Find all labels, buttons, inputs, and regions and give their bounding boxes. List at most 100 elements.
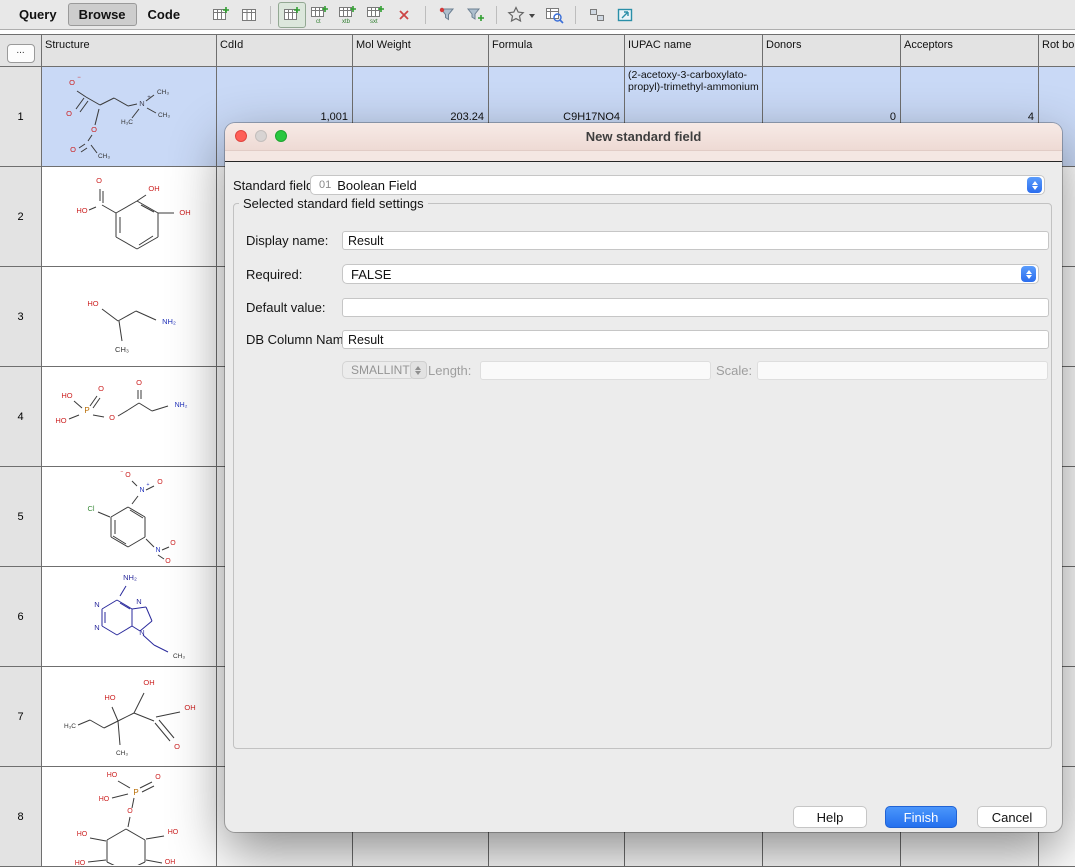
svg-text:O: O [136, 378, 142, 387]
remove-field-icon[interactable] [390, 2, 418, 28]
scale-input [757, 361, 1048, 380]
svg-text:O: O [155, 774, 161, 781]
molecule-drawing: HOHOPOOONH₂ [42, 367, 217, 467]
chevron-updown-icon [1027, 177, 1042, 193]
new-filter-icon[interactable] [461, 2, 489, 28]
db-column-name-input[interactable] [342, 330, 1049, 349]
svg-text:OH: OH [143, 678, 154, 687]
svg-text:HO: HO [76, 831, 87, 838]
column-header-iupac[interactable]: IUPAC name [625, 34, 763, 67]
svg-text:CH₃: CH₃ [115, 345, 129, 354]
dialog-body: Standard field type: 01 Boolean Field Se… [225, 161, 1062, 832]
zoom-button[interactable] [275, 130, 287, 142]
svg-text:O: O [96, 176, 102, 185]
svg-text:O: O [69, 78, 75, 87]
tab-code[interactable]: Code [137, 3, 192, 26]
new-grid-view-icon[interactable] [207, 2, 235, 28]
svg-text:−: − [77, 75, 81, 81]
column-header-rot-bonds[interactable]: Rot bonds [1039, 34, 1075, 67]
row-number[interactable]: 6 [0, 567, 42, 667]
structure-cell[interactable]: HOPOHOOHOHOHOOH [42, 767, 217, 867]
column-header-structure[interactable]: Structure [42, 34, 217, 67]
column-header-donors[interactable]: Donors [763, 34, 901, 67]
row-number[interactable]: 1 [0, 67, 42, 167]
structure-cell[interactable]: OHOOHOH [42, 167, 217, 267]
new-extra-field-icon[interactable]: xtb [334, 2, 362, 28]
svg-text:CH₃: CH₃ [172, 653, 184, 660]
grid-view-icon[interactable] [235, 2, 263, 28]
svg-text:HO: HO [76, 206, 87, 215]
dialog-title: New standard field [586, 129, 702, 144]
svg-text:HO: HO [98, 796, 109, 803]
svg-text:NH₂: NH₂ [174, 402, 187, 409]
svg-text:HO: HO [167, 829, 178, 836]
svg-text:N: N [139, 628, 144, 637]
svg-text:OH: OH [164, 859, 175, 865]
row-number[interactable]: 5 [0, 467, 42, 567]
required-label: Required: [246, 267, 302, 282]
display-name-input[interactable] [342, 231, 1049, 250]
required-select[interactable]: FALSE [342, 264, 1039, 284]
field-settings-group: Selected standard field settings [233, 203, 1052, 749]
structure-cell[interactable]: OHHOOHH₃CCH₃O [42, 667, 217, 767]
dialog-titlebar[interactable]: New standard field [225, 123, 1062, 151]
row-number[interactable]: 4 [0, 367, 42, 467]
panels-icon[interactable] [583, 2, 611, 28]
filter-icon[interactable] [433, 2, 461, 28]
svg-text:−: − [120, 469, 123, 475]
structure-cell[interactable]: ClN+O−ONOO [42, 467, 217, 567]
row-number[interactable]: 3 [0, 267, 42, 367]
new-standard-field-icon[interactable] [278, 2, 306, 28]
new-text-field-icon[interactable]: sxt [362, 2, 390, 28]
required-value: FALSE [351, 267, 391, 282]
molecule-drawing: HOPOHOOHOHOHOOH [42, 767, 217, 867]
close-button[interactable] [235, 130, 247, 142]
svg-text:O: O [165, 558, 171, 565]
structure-cell[interactable]: O−ON+CH₃CH₃H₃COOCH₃ [42, 67, 217, 167]
new-chemical-terms-field-icon[interactable]: ct [306, 2, 334, 28]
structure-cell[interactable]: HONH₂CH₃ [42, 267, 217, 367]
svg-text:HO: HO [104, 693, 115, 702]
scale-label: Scale: [716, 363, 752, 378]
tab-browse[interactable]: Browse [68, 3, 137, 26]
finish-button[interactable]: Finish [885, 806, 957, 828]
column-header-mol-weight[interactable]: Mol Weight [353, 34, 489, 67]
column-header-acceptors[interactable]: Acceptors [901, 34, 1039, 67]
row-number[interactable]: 8 [0, 767, 42, 867]
cancel-button[interactable]: Cancel [977, 806, 1047, 828]
length-input [480, 361, 711, 380]
structure-cell[interactable]: NH₂NNNNCH₃ [42, 567, 217, 667]
main-toolbar: Query Browse Code ct xtb sxt [0, 0, 1075, 30]
svg-text:sxt: sxt [370, 19, 378, 25]
svg-text:HO: HO [74, 860, 85, 865]
help-button[interactable]: Help [793, 806, 867, 828]
svg-text:N: N [155, 547, 160, 554]
favorites-icon[interactable] [504, 2, 540, 28]
column-header-formula[interactable]: Formula [489, 34, 625, 67]
minimize-button[interactable] [255, 130, 267, 142]
column-type-select: SMALLINT [342, 361, 415, 379]
molecule-drawing: NH₂NNNNCH₃ [42, 567, 217, 667]
svg-text:Cl: Cl [87, 504, 94, 513]
tab-query[interactable]: Query [8, 3, 68, 26]
default-value-input[interactable] [342, 298, 1049, 317]
column-header-cdid[interactable]: CdId [217, 34, 353, 67]
svg-text:+: + [147, 95, 151, 101]
svg-text:CH₃: CH₃ [156, 89, 168, 96]
titlebar-strip [225, 151, 1062, 161]
chevron-updown-icon [410, 361, 427, 379]
svg-text:OH: OH [148, 184, 159, 193]
molecule-drawing: ClN+O−ONOO [42, 467, 217, 567]
grid-options-button[interactable]: ... [7, 44, 35, 63]
export-icon[interactable] [611, 2, 639, 28]
svg-text:N: N [94, 600, 99, 609]
standard-field-type-select[interactable]: 01 Boolean Field [310, 175, 1045, 195]
find-in-grid-icon[interactable] [540, 2, 568, 28]
svg-text:O: O [127, 808, 133, 815]
structure-cell[interactable]: HOHOPOOONH₂ [42, 367, 217, 467]
row-number[interactable]: 2 [0, 167, 42, 267]
molecule-drawing: O−ON+CH₃CH₃H₃COOCH₃ [42, 67, 217, 167]
svg-text:O: O [98, 384, 104, 393]
svg-text:xtb: xtb [342, 19, 351, 25]
row-number[interactable]: 7 [0, 667, 42, 767]
